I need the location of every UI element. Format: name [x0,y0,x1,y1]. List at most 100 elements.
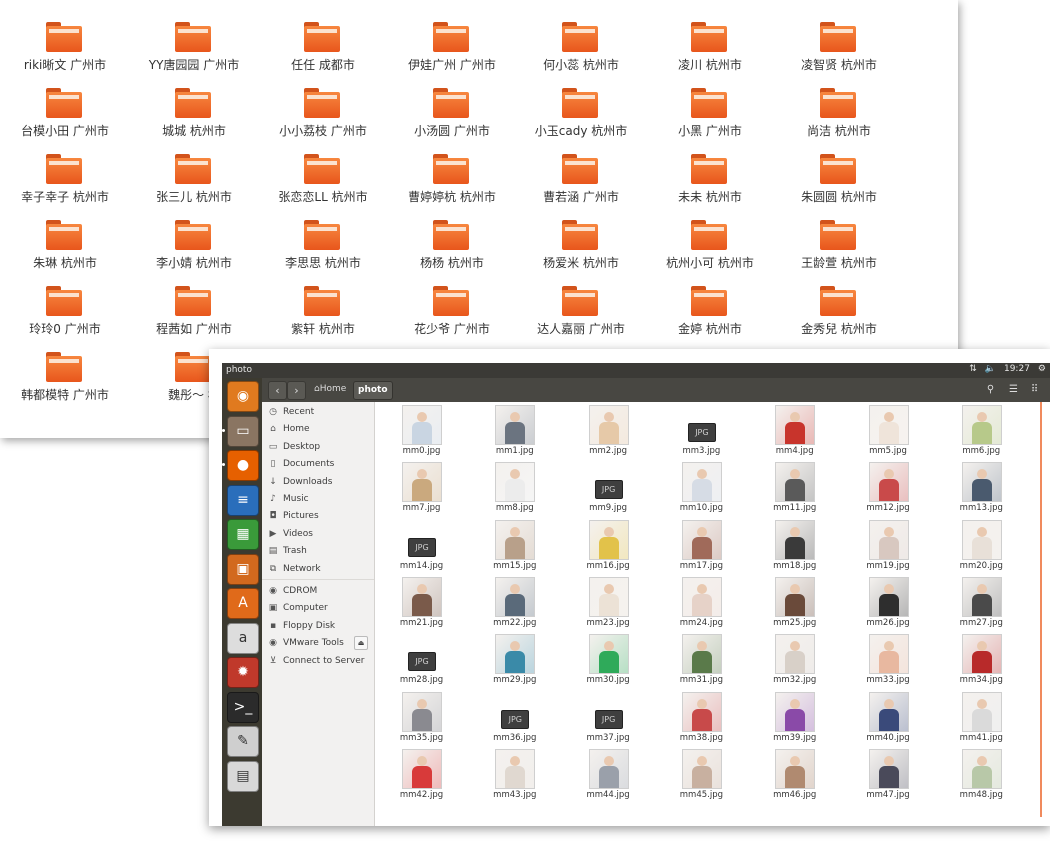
folder-item[interactable]: 小黑 广州市 [645,84,775,150]
gear-icon[interactable]: ⚙ [1038,364,1046,374]
writer-icon[interactable]: ≡ [227,484,259,516]
software-center-icon[interactable]: A [227,588,259,619]
file-item[interactable]: mm30.jpg [562,631,655,688]
folder-item[interactable]: 张恋恋LL 杭州市 [258,150,388,216]
folder-item[interactable]: 小汤圆 广州市 [387,84,517,150]
file-item[interactable]: mm22.jpg [468,574,561,631]
folder-item[interactable]: 曹婷婷杭 杭州市 [387,150,517,216]
folder-item[interactable]: 金秀兒 杭州市 [774,282,904,348]
folder-item[interactable]: 尚洁 杭州市 [774,84,904,150]
file-item[interactable]: mm17.jpg [655,517,748,574]
impress-icon[interactable]: ▣ [227,553,259,585]
file-item[interactable]: mm47.jpg [842,746,935,803]
file-item[interactable]: mm38.jpg [655,689,748,746]
drive-icon[interactable]: ▤ [227,760,259,792]
folder-item[interactable]: riki晰文 广州市 [0,18,130,84]
folder-item[interactable]: 伊娃广州 广州市 [387,18,517,84]
file-item[interactable]: JPG mm9.jpg [562,459,655,516]
file-item[interactable]: mm12.jpg [842,459,935,516]
folder-item[interactable]: 李小婧 杭州市 [129,216,259,282]
file-item[interactable]: mm48.jpg [935,746,1028,803]
folder-item[interactable]: 朱圆圆 杭州市 [774,150,904,216]
folder-item[interactable]: 玲玲0 广州市 [0,282,130,348]
file-item[interactable]: mm31.jpg [655,631,748,688]
file-item[interactable]: mm43.jpg [468,746,561,803]
file-item[interactable]: JPG mm28.jpg [375,631,468,688]
folder-item[interactable]: 何小蕊 杭州市 [516,18,646,84]
file-item[interactable]: mm45.jpg [655,746,748,803]
files-icon[interactable]: ▭ [227,415,259,447]
sidebar-item-pictures[interactable]: ◘ Pictures [262,508,374,525]
sidebar-item-downloads[interactable]: ↓ Downloads [262,474,374,491]
file-item[interactable]: mm44.jpg [562,746,655,803]
sidebar-item-trash[interactable]: ▤ Trash [262,543,374,560]
file-item[interactable]: mm15.jpg [468,517,561,574]
breadcrumb-home[interactable]: ⌂Home [310,381,350,398]
sidebar-item-videos[interactable]: ▶ Videos [262,526,374,543]
sidebar-item-vmware-tools[interactable]: ◉ VMware Tools ⏏ [262,635,374,652]
file-item[interactable]: mm11.jpg [748,459,841,516]
file-item[interactable]: mm41.jpg [935,689,1028,746]
folder-item[interactable]: 小玉cady 杭州市 [516,84,646,150]
sidebar-item-documents[interactable]: ▯ Documents [262,456,374,473]
file-item[interactable]: mm0.jpg [375,402,468,459]
folder-item[interactable]: 任任 成都市 [258,18,388,84]
folder-item[interactable]: 杭州小可 杭州市 [645,216,775,282]
scrollbar[interactable] [1040,402,1042,817]
file-item[interactable]: mm6.jpg [935,402,1028,459]
file-item[interactable]: mm20.jpg [935,517,1028,574]
folder-item[interactable]: 朱琳 杭州市 [0,216,130,282]
eject-icon[interactable]: ⏏ [354,636,368,651]
amazon-icon[interactable]: a [227,622,259,654]
folder-item[interactable]: 幸子幸子 杭州市 [0,150,130,216]
back-button[interactable]: ‹ [268,381,287,400]
file-item[interactable]: mm7.jpg [375,459,468,516]
file-item[interactable]: mm27.jpg [935,574,1028,631]
sidebar-item-recent[interactable]: ◷ Recent [262,404,374,421]
file-item[interactable]: mm33.jpg [842,631,935,688]
folder-item[interactable]: 曹若涵 广州市 [516,150,646,216]
folder-item[interactable]: 紫轩 杭州市 [258,282,388,348]
sidebar-item-floppy-disk[interactable]: ▪ Floppy Disk [262,618,374,635]
file-item[interactable]: JPG mm37.jpg [562,689,655,746]
folder-item[interactable]: YY唐园园 广州市 [129,18,259,84]
file-item[interactable]: mm39.jpg [748,689,841,746]
file-item[interactable]: mm23.jpg [562,574,655,631]
breadcrumb-photo[interactable]: photo [353,381,393,400]
file-item[interactable]: JPG mm3.jpg [655,402,748,459]
file-item[interactable]: mm25.jpg [748,574,841,631]
folder-item[interactable]: 小小荔枝 广州市 [258,84,388,150]
sidebar-item-connect-to-server[interactable]: ⊻ Connect to Server [262,653,374,670]
file-item[interactable]: mm40.jpg [842,689,935,746]
list-view-icon[interactable]: ☰ [1005,381,1022,398]
folder-item[interactable]: 台模小田 广州市 [0,84,130,150]
folder-item[interactable]: 凌智贤 杭州市 [774,18,904,84]
search-icon[interactable]: ⚲ [982,381,999,398]
file-item[interactable]: mm10.jpg [655,459,748,516]
file-item[interactable]: mm26.jpg [842,574,935,631]
file-item[interactable]: JPG mm36.jpg [468,689,561,746]
terminal-icon[interactable]: >_ [227,691,259,723]
file-item[interactable]: mm21.jpg [375,574,468,631]
folder-item[interactable]: 金婷 杭州市 [645,282,775,348]
sidebar-item-desktop[interactable]: ▭ Desktop [262,439,374,456]
file-item[interactable]: mm19.jpg [842,517,935,574]
ubuntu-logo-icon[interactable]: ◉ [227,381,259,412]
file-item[interactable]: mm32.jpg [748,631,841,688]
folder-item[interactable]: 李思思 杭州市 [258,216,388,282]
folder-item[interactable]: 程茜如 广州市 [129,282,259,348]
firefox-icon[interactable]: ● [227,450,259,481]
file-item[interactable]: mm2.jpg [562,402,655,459]
grid-view-icon[interactable]: ⠿ [1026,381,1043,398]
calc-icon[interactable]: ▦ [227,519,259,550]
settings-icon[interactable]: ✹ [227,657,259,688]
file-item[interactable]: JPG mm14.jpg [375,517,468,574]
sidebar-item-cdrom[interactable]: ◉ CDROM [262,583,374,600]
text-editor-icon[interactable]: ✎ [227,726,259,757]
folder-item[interactable]: 城城 杭州市 [129,84,259,150]
file-item[interactable]: mm24.jpg [655,574,748,631]
file-item[interactable]: mm18.jpg [748,517,841,574]
folder-item[interactable]: 花少爷 广州市 [387,282,517,348]
file-item[interactable]: mm46.jpg [748,746,841,803]
sidebar-item-music[interactable]: ♪ Music [262,491,374,508]
